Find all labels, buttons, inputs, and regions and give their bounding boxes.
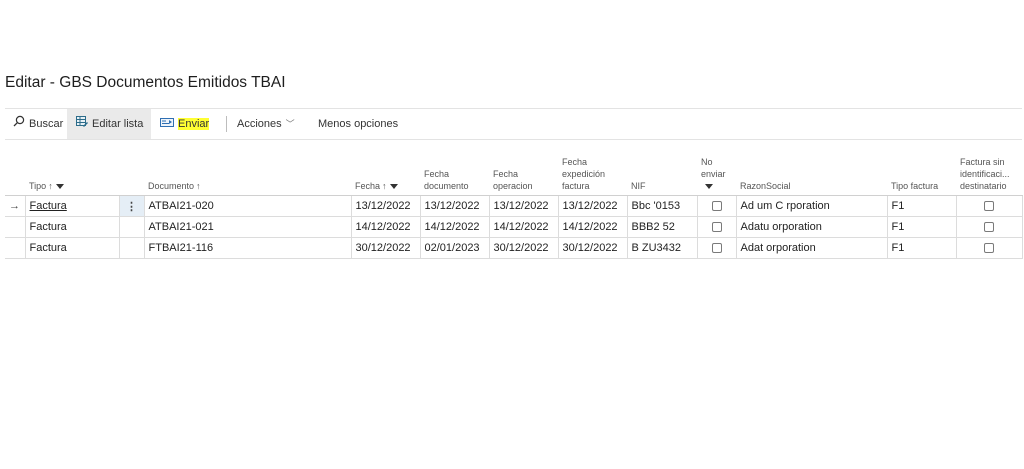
row-menu-icon[interactable]: ⋮ xyxy=(118,195,145,217)
actions-menu[interactable]: Acciones ﹀ xyxy=(237,109,295,139)
checkbox[interactable] xyxy=(984,201,994,212)
cell-fecha-expedicion[interactable]: 30/12/2022 xyxy=(557,237,628,259)
cell-tipo-factura[interactable]: F1 xyxy=(886,195,957,217)
cell-tipo[interactable]: Factura xyxy=(24,237,120,259)
cell-factura-sin-identificacion[interactable] xyxy=(955,237,1023,259)
send-label: Enviar xyxy=(178,118,210,130)
sort-ascending-icon: ↑ xyxy=(48,181,53,191)
cell-fecha-operacion[interactable]: 14/12/2022 xyxy=(488,216,559,238)
cell-factura-sin-identificacion[interactable] xyxy=(955,216,1023,238)
sort-ascending-icon: ↑ xyxy=(382,181,387,191)
edit-list-button[interactable]: Editar lista xyxy=(67,109,151,139)
less-options-button[interactable]: Menos opciones xyxy=(318,109,398,139)
cell-razon-social[interactable]: Ad um C rporation xyxy=(735,195,888,217)
cell-fecha-expedicion[interactable]: 14/12/2022 xyxy=(557,216,628,238)
cell-tipo[interactable]: Factura xyxy=(24,195,120,217)
header-tipo-factura[interactable]: Tipo factura xyxy=(887,150,956,196)
documents-table: Tipo ↑ Documento ↑ Fecha ↑ Fecha documento … xyxy=(5,150,1023,259)
header-documento[interactable]: Documento ↑ xyxy=(144,150,351,196)
filter-icon xyxy=(55,184,64,190)
actions-label: Acciones xyxy=(237,118,282,130)
checkbox[interactable] xyxy=(711,243,722,254)
sort-ascending-icon: ↑ xyxy=(196,181,201,191)
cell-fecha[interactable]: 30/12/2022 xyxy=(350,237,421,259)
cell-no-enviar[interactable] xyxy=(696,237,737,259)
cell-nif[interactable]: BBB2 52 xyxy=(626,216,698,238)
send-button[interactable]: Enviar xyxy=(160,109,210,139)
cell-razon-social[interactable]: Adatu orporation xyxy=(735,216,888,238)
table-row[interactable]: Factura ATBAI21-021 14/12/2022 14/12/202… xyxy=(5,216,1023,238)
checkbox[interactable] xyxy=(711,222,722,233)
header-nif[interactable]: NIF xyxy=(627,150,697,196)
cell-no-enviar[interactable] xyxy=(696,195,737,217)
chevron-down-icon: ﹀ xyxy=(285,119,295,129)
cell-fecha-documento[interactable]: 02/01/2023 xyxy=(419,237,490,259)
toolbar-divider xyxy=(226,116,227,132)
checkbox[interactable] xyxy=(984,243,994,254)
row-indicator: → xyxy=(5,195,26,217)
table-row[interactable]: Factura FTBAI21-116 30/12/2022 02/01/202… xyxy=(5,237,1023,259)
cell-fecha[interactable]: 14/12/2022 xyxy=(350,216,421,238)
action-bar: Buscar Editar lista Enviar Acciones ﹀ Men… xyxy=(5,108,1022,140)
cell-nif[interactable]: Bbc '0153 xyxy=(626,195,698,217)
cell-fecha-operacion[interactable]: 30/12/2022 xyxy=(488,237,559,259)
header-row-menu xyxy=(119,150,144,196)
header-tipo[interactable]: Tipo ↑ xyxy=(25,150,119,196)
cell-factura-sin-identificacion[interactable] xyxy=(955,195,1023,217)
cell-documento[interactable]: ATBAI21-021 xyxy=(143,216,352,238)
cell-fecha-operacion[interactable]: 13/12/2022 xyxy=(488,195,559,217)
header-fecha-operacion[interactable]: Fecha operacion xyxy=(489,150,558,196)
search-icon xyxy=(13,109,25,139)
cell-fecha-expedicion[interactable]: 13/12/2022 xyxy=(557,195,628,217)
search-button[interactable]: Buscar xyxy=(13,109,63,139)
header-row-indicator xyxy=(5,150,25,196)
edit-list-label: Editar lista xyxy=(92,118,144,130)
row-menu-cell xyxy=(118,237,145,259)
row-indicator xyxy=(5,216,26,238)
header-razon-social[interactable]: RazonSocial xyxy=(736,150,887,196)
cell-documento[interactable]: FTBAI21-116 xyxy=(143,237,352,259)
checkbox[interactable] xyxy=(984,222,994,233)
cell-razon-social[interactable]: Adat orporation xyxy=(735,237,888,259)
cell-no-enviar[interactable] xyxy=(696,216,737,238)
header-fecha[interactable]: Fecha ↑ xyxy=(351,150,420,196)
table-header-row: Tipo ↑ Documento ↑ Fecha ↑ Fecha documento … xyxy=(5,150,1022,196)
arrow-right-icon: → xyxy=(9,200,20,212)
search-label: Buscar xyxy=(29,118,64,130)
table-row[interactable]: → Factura ⋮ ATBAI21-020 13/12/2022 13/12… xyxy=(5,195,1023,217)
cell-fecha-documento[interactable]: 14/12/2022 xyxy=(419,216,490,238)
cell-fecha-documento[interactable]: 13/12/2022 xyxy=(419,195,490,217)
page-title: Editar - GBS Documentos Emitidos TBAI xyxy=(5,74,286,91)
header-fecha-expedicion[interactable]: Fecha expedición factura xyxy=(558,150,627,196)
filter-icon xyxy=(389,184,398,190)
less-options-label: Menos opciones xyxy=(318,118,399,130)
cell-tipo-factura[interactable]: F1 xyxy=(886,216,957,238)
cell-documento[interactable]: ATBAI21-020 xyxy=(143,195,352,217)
checkbox[interactable] xyxy=(711,201,722,212)
send-icon xyxy=(160,109,174,139)
row-indicator xyxy=(5,237,26,259)
cell-tipo[interactable]: Factura xyxy=(24,216,120,238)
cell-nif[interactable]: B ZU3432 xyxy=(626,237,698,259)
filter-icon xyxy=(705,184,713,190)
header-no-enviar[interactable]: No enviar xyxy=(697,150,736,196)
edit-list-icon xyxy=(76,109,88,139)
row-menu-cell xyxy=(118,216,145,238)
header-fecha-documento[interactable]: Fecha documento xyxy=(420,150,489,196)
cell-fecha[interactable]: 13/12/2022 xyxy=(350,195,421,217)
header-factura-sin-identificacion[interactable]: Factura sin identificaci... destinatario xyxy=(956,150,1022,196)
cell-tipo-factura[interactable]: F1 xyxy=(886,237,957,259)
